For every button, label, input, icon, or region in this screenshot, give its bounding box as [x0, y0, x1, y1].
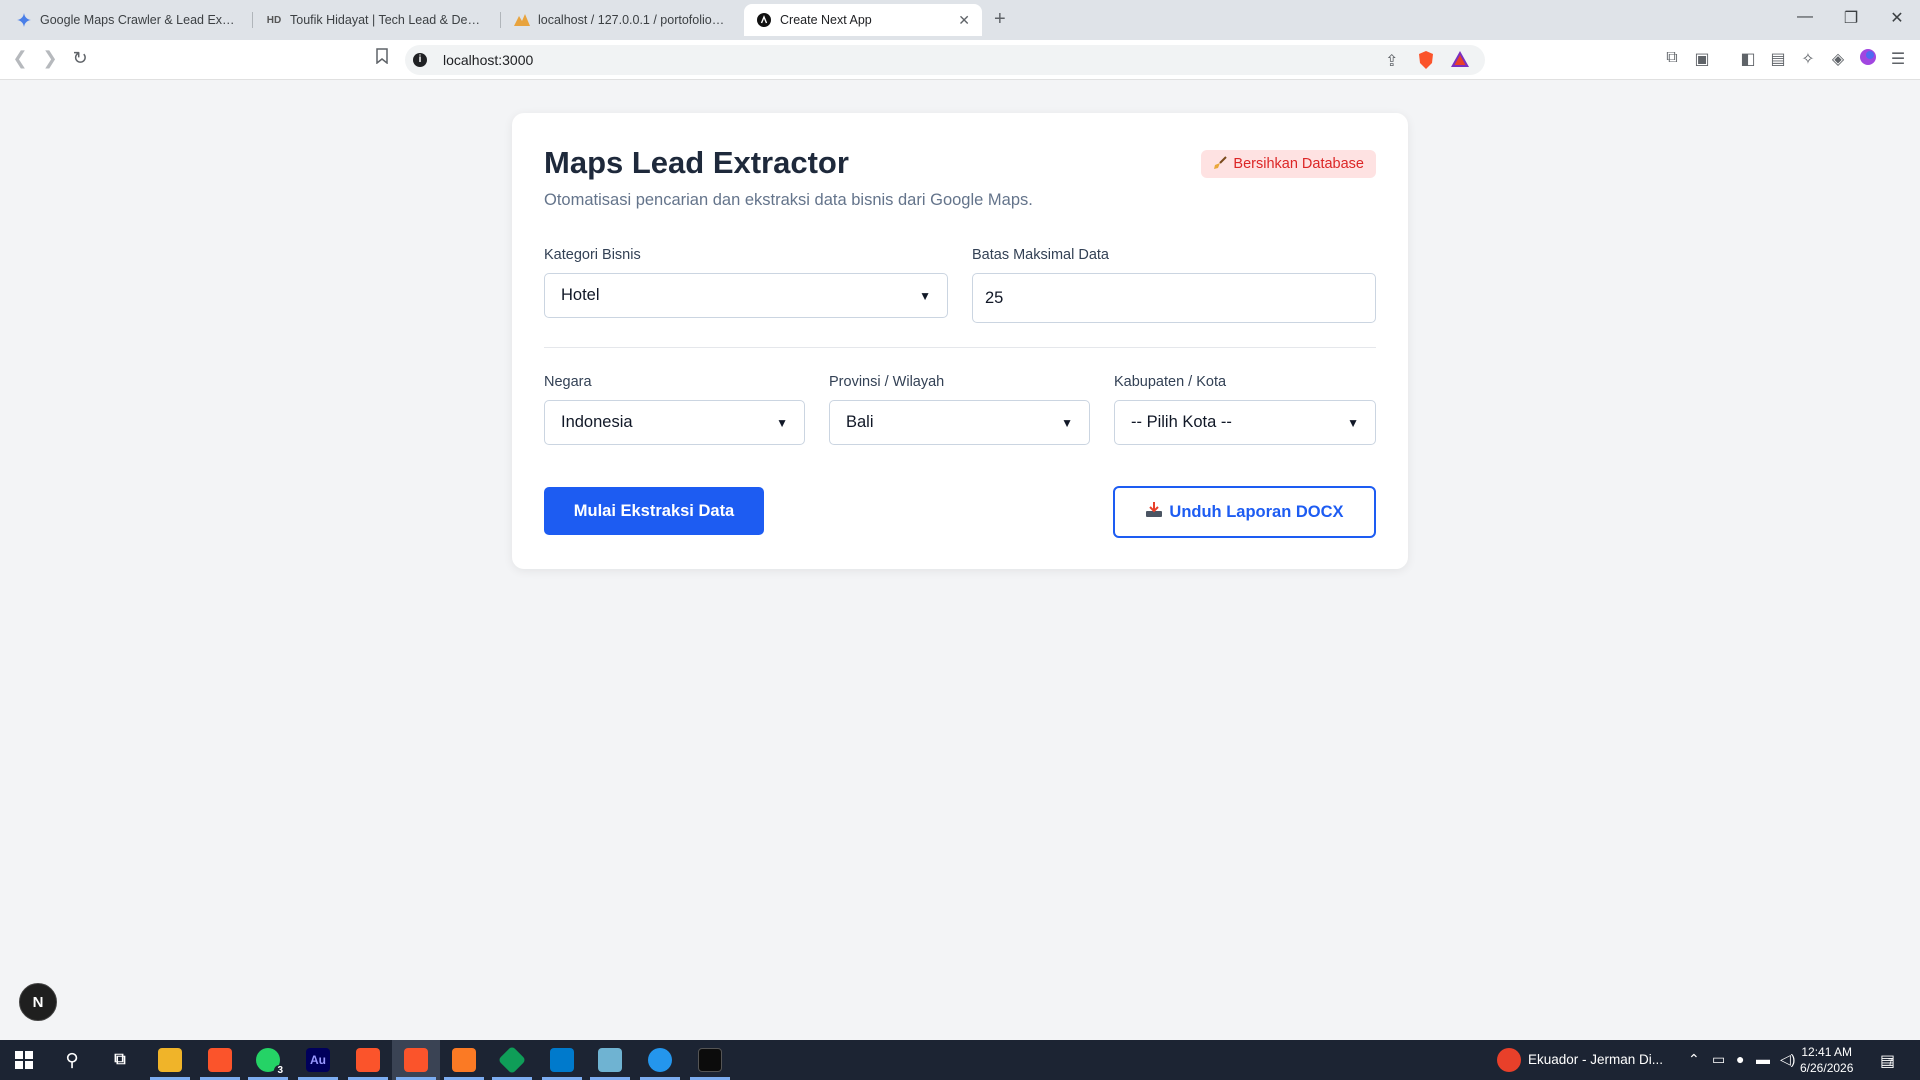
category-select[interactable]: Hotel ▼ — [544, 273, 948, 318]
forward-icon[interactable]: ❯ — [38, 48, 62, 69]
docker-icon[interactable] — [648, 1048, 672, 1072]
tab-maps-crawler[interactable]: Google Maps Crawler & Lead Extract — [4, 4, 250, 36]
max-data-label: Batas Maksimal Data — [972, 247, 1109, 263]
chevron-down-icon: ▼ — [919, 288, 931, 303]
chevron-down-icon: ▼ — [776, 415, 788, 430]
city-value: -- Pilih Kota -- — [1131, 413, 1232, 431]
notification-icon[interactable]: ▤ 7 — [1880, 1051, 1895, 1071]
download-docx-button[interactable]: Unduh Laporan DOCX — [1113, 486, 1376, 538]
terminal-icon[interactable] — [698, 1048, 722, 1072]
province-label: Provinsi / Wilayah — [829, 374, 945, 390]
reload-icon[interactable]: ↻ — [68, 48, 92, 69]
menu-icon[interactable]: ☰ — [1887, 49, 1909, 69]
country-select[interactable]: Indonesia ▼ — [544, 400, 805, 445]
phpmyadmin-icon — [514, 12, 530, 28]
max-data-value: 25 — [985, 288, 1004, 307]
section-divider — [544, 347, 1376, 348]
clock-time: 12:41 AM — [1801, 1045, 1853, 1059]
page-subtitle: Otomatisasi pencarian dan ekstraksi data… — [544, 191, 1033, 209]
tab-label: localhost / 127.0.0.1 / portofolio_cyb — [538, 13, 730, 27]
category-label: Kategori Bisnis — [544, 247, 641, 263]
share-icon[interactable]: ⇪ — [1385, 51, 1398, 71]
whatsapp-icon[interactable]: 3 — [256, 1048, 286, 1076]
clear-database-label: Bersihkan Database — [1233, 156, 1364, 172]
audition-icon[interactable]: Au — [306, 1048, 330, 1072]
tab-create-next-app[interactable]: Create Next App ✕ — [744, 4, 982, 36]
back-icon[interactable]: ❮ — [8, 48, 32, 69]
gemini-sparkle-icon — [16, 12, 32, 28]
download-tray-icon — [1145, 501, 1163, 523]
tab-separator — [252, 12, 253, 28]
file-explorer-icon[interactable] — [158, 1048, 182, 1072]
tab-label: Toufik Hidayat | Tech Lead & Develop — [290, 13, 486, 27]
clear-database-button[interactable]: Bersihkan Database — [1201, 150, 1376, 178]
site-info-icon[interactable]: i — [413, 53, 427, 67]
city-select[interactable]: -- Pilih Kota -- ▼ — [1114, 400, 1376, 445]
tab-toufik[interactable]: HD Toufik Hidayat | Tech Lead & Develop — [254, 4, 498, 36]
vscode-icon[interactable] — [550, 1048, 574, 1072]
download-docx-label: Unduh Laporan DOCX — [1169, 502, 1344, 521]
vpn-icon[interactable]: ◈ — [1827, 49, 1849, 69]
new-tab-icon[interactable]: + — [994, 8, 1006, 31]
bookmark-icon[interactable] — [370, 48, 394, 69]
chevron-down-icon: ▼ — [1347, 415, 1359, 430]
extractor-card: Maps Lead Extractor Otomatisasi pencaria… — [512, 113, 1408, 569]
notification-count: 7 — [1888, 1057, 1894, 1067]
brave-icon[interactable] — [356, 1048, 380, 1072]
country-value: Indonesia — [561, 413, 633, 431]
page-title: Maps Lead Extractor — [544, 145, 849, 180]
leo-ai-icon[interactable]: ✧ — [1797, 49, 1819, 69]
browser-tab-bar: Google Maps Crawler & Lead Extract HD To… — [0, 0, 1920, 40]
close-window-icon[interactable]: ✕ — [1882, 8, 1912, 28]
province-value: Bali — [846, 413, 874, 431]
xampp-icon[interactable] — [452, 1048, 476, 1072]
weather-news-icon[interactable] — [1497, 1048, 1521, 1072]
address-bar[interactable]: i localhost:3000 ⇪ — [405, 45, 1485, 75]
tab-search-icon[interactable]: ▣ — [1691, 49, 1713, 69]
wallet-icon[interactable]: ▤ — [1767, 49, 1789, 69]
tab-separator — [500, 12, 501, 28]
tab-label: Create Next App — [780, 13, 872, 27]
brave-icon[interactable] — [404, 1048, 428, 1072]
start-extraction-button[interactable]: Mulai Ekstraksi Data — [544, 487, 764, 535]
nextjs-icon — [756, 12, 772, 28]
browser-toolbar: ❮ ❯ ↻ i localhost:3000 ⇪ ⧉ ▣ ◧ ▤ ✧ ◈ ☰ — [0, 40, 1920, 80]
weather-news-text[interactable]: Ekuador - Jerman Di... — [1528, 1052, 1663, 1067]
close-tab-icon[interactable]: ✕ — [958, 12, 970, 29]
chevron-up-icon[interactable]: ⌃ — [1688, 1051, 1700, 1068]
system-clock[interactable]: 12:41 AM 6/26/2026 — [1800, 1044, 1853, 1076]
restore-icon[interactable]: ❐ — [1836, 8, 1866, 28]
extensions-icon[interactable]: ⧉ — [1661, 49, 1683, 67]
task-view-icon[interactable]: ⧉ — [108, 1048, 132, 1072]
max-data-input[interactable]: 25 — [972, 273, 1376, 323]
meet-now-icon[interactable]: ▭ — [1712, 1051, 1725, 1068]
notepad-icon[interactable] — [598, 1048, 622, 1072]
chevron-down-icon: ▼ — [1061, 415, 1073, 430]
broom-icon — [1213, 155, 1228, 173]
clock-date: 6/26/2026 — [1800, 1061, 1854, 1075]
windows-start-icon[interactable] — [12, 1048, 36, 1072]
minimize-icon[interactable]: — — [1790, 8, 1820, 26]
sidebar-icon[interactable]: ◧ — [1737, 49, 1759, 69]
nextjs-dev-indicator[interactable]: N — [19, 983, 57, 1021]
country-label: Negara — [544, 374, 592, 390]
category-value: Hotel — [561, 286, 600, 304]
city-label: Kabupaten / Kota — [1114, 374, 1227, 390]
brave-shield-icon[interactable] — [1418, 51, 1434, 74]
whatsapp-badge: 3 — [274, 1065, 286, 1076]
province-select[interactable]: Bali ▼ — [829, 400, 1090, 445]
brave-icon[interactable] — [208, 1048, 232, 1072]
tab-label: Google Maps Crawler & Lead Extract — [40, 13, 238, 27]
tab-phpmyadmin[interactable]: localhost / 127.0.0.1 / portofolio_cyb — [502, 4, 742, 36]
profile-icon[interactable] — [1857, 49, 1879, 70]
brave-rewards-icon[interactable] — [1451, 51, 1469, 72]
th-logo-icon: HD — [266, 14, 282, 26]
microphone-icon[interactable]: ● — [1736, 1051, 1744, 1067]
address-text: localhost:3000 — [443, 52, 534, 68]
volume-icon[interactable]: ◁) — [1780, 1051, 1795, 1068]
search-icon[interactable]: ⚲ — [60, 1048, 84, 1072]
network-icon[interactable]: ▬ — [1756, 1051, 1770, 1067]
